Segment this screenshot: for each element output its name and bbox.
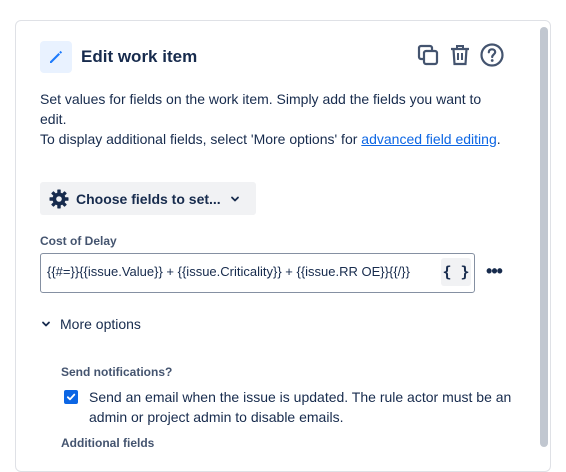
- send-notifications-text: Send an email when the issue is updated.…: [89, 389, 512, 425]
- description-line-2: To display additional fields, select 'Mo…: [40, 129, 510, 149]
- copy-icon: [417, 44, 439, 71]
- field-more-actions-button[interactable]: •••: [482, 259, 506, 283]
- panel-scrollbar[interactable]: [540, 27, 548, 447]
- help-icon: [480, 42, 504, 72]
- choose-fields-button[interactable]: Choose fields to set...: [40, 182, 256, 215]
- description-line-1: Set values for fields on the work item. …: [40, 91, 482, 127]
- panel-header: Edit work item: [40, 41, 504, 73]
- more-options-label: More options: [60, 316, 141, 332]
- panel-description: Set values for fields on the work item. …: [40, 89, 510, 149]
- more-options-toggle[interactable]: More options: [40, 316, 141, 332]
- edit-work-item-panel: Edit work item Set values for fields on …: [15, 20, 551, 472]
- send-notifications-row: Send an email when the issue is updated.…: [64, 387, 514, 427]
- chevron-down-icon: [40, 318, 56, 330]
- delete-button[interactable]: [446, 43, 474, 71]
- gear-icon: [49, 189, 69, 209]
- send-notifications-heading: Send notifications?: [61, 365, 173, 379]
- additional-fields-heading: Additional fields: [61, 436, 155, 450]
- duplicate-button[interactable]: [414, 43, 442, 71]
- description-line-2-end: .: [496, 131, 501, 147]
- trash-icon: [450, 44, 470, 71]
- smart-values-button[interactable]: { }: [441, 258, 471, 286]
- cost-of-delay-input[interactable]: {{#=}}{{issue.Value}} + {{issue.Critical…: [40, 253, 475, 293]
- advanced-field-editing-link[interactable]: advanced field editing: [361, 131, 496, 147]
- description-line-2-text: To display additional fields, select 'Mo…: [40, 131, 362, 147]
- send-notifications-checkbox[interactable]: [64, 390, 78, 404]
- panel-title: Edit work item: [81, 47, 198, 66]
- cost-of-delay-value[interactable]: {{#=}}{{issue.Value}} + {{issue.Critical…: [47, 264, 437, 279]
- pencil-icon: [40, 41, 72, 73]
- chevron-down-icon: [229, 193, 241, 205]
- choose-fields-label: Choose fields to set...: [76, 190, 221, 207]
- cost-of-delay-label: Cost of Delay: [40, 234, 117, 248]
- help-button[interactable]: [478, 42, 506, 72]
